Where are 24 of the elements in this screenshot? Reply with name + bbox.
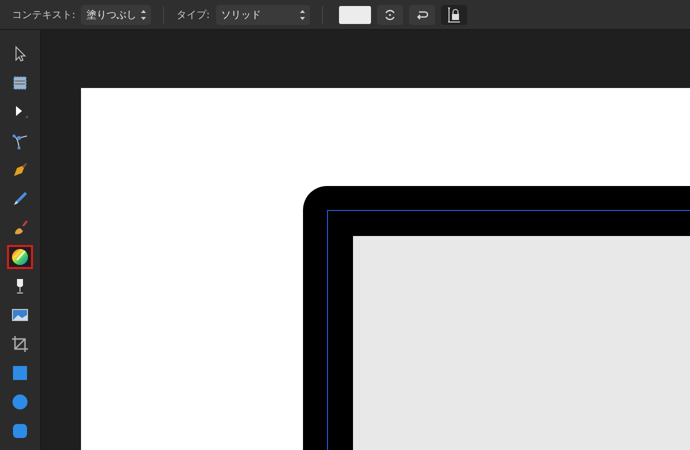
type-dropdown[interactable]: ソリッド [216, 4, 310, 24]
rotate-button[interactable] [376, 4, 403, 24]
up-down-arrows-icon [141, 10, 146, 20]
corner-tool-icon [11, 132, 29, 150]
lock-icon [446, 6, 461, 22]
context-dropdown[interactable]: 塗りつぶし [81, 4, 152, 24]
rotate-icon [384, 8, 396, 20]
up-down-arrows-icon [300, 10, 305, 20]
landscape-image-icon [11, 306, 29, 324]
crop-icon [11, 335, 29, 353]
color-wheel-icon [11, 248, 29, 266]
return-arrow-icon [416, 10, 428, 20]
pen-nib-icon [11, 161, 29, 179]
reverse-button[interactable] [408, 4, 435, 24]
rounded-square-icon [11, 422, 29, 440]
square-icon [11, 364, 29, 382]
tool-button[interactable] [7, 245, 33, 269]
circle-icon [11, 393, 29, 411]
type-label: タイプ: [176, 8, 210, 22]
lock-button[interactable] [440, 4, 467, 24]
pencil-icon [11, 190, 29, 208]
context-label: コンテキスト: [12, 8, 76, 22]
fill-color-swatch[interactable] [338, 6, 371, 24]
artboard-icon [11, 74, 29, 92]
